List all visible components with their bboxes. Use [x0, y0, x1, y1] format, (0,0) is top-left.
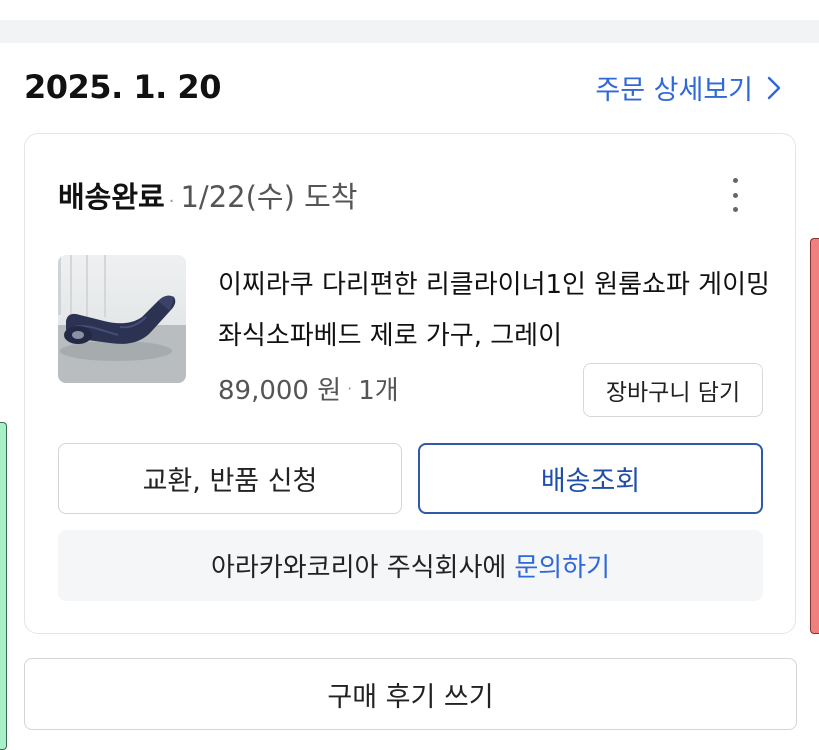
arrival-date: 1/22(수) 도착 [180, 180, 358, 214]
track-delivery-button[interactable]: 배송조회 [418, 443, 763, 514]
order-date: 2025. 1. 20 [24, 68, 221, 106]
order-detail-link[interactable]: 주문 상세보기 [595, 68, 781, 107]
inquiry-link[interactable]: 문의하기 [514, 547, 610, 584]
top-gap [0, 0, 819, 20]
section-divider [0, 20, 819, 43]
more-vertical-icon[interactable] [725, 178, 745, 212]
inquiry-seller-text: 아라카와코리아 주식회사에 [211, 553, 507, 583]
product-thumbnail[interactable] [58, 255, 186, 383]
edge-handle-left [0, 422, 7, 750]
chevron-right-icon [767, 76, 781, 99]
product-quantity: 1개 [358, 376, 399, 406]
product-name[interactable]: 이찌라쿠 다리편한 리클라이너1인 원룸쇼파 게이밍 좌식소파베드 제로 가구,… [218, 260, 778, 362]
seller-inquiry: 아라카와코리아 주식회사에 문의하기 [58, 530, 763, 601]
product-price: 89,000 원 [218, 376, 342, 406]
separator-dot: · [168, 191, 175, 212]
write-review-button[interactable]: 구매 후기 쓰기 [24, 658, 797, 730]
add-to-cart-button[interactable]: 장바구니 담기 [583, 363, 763, 417]
status-label: 배송완료 [58, 180, 165, 214]
order-card: 배송완료 · 1/22(수) 도착 이찌라쿠 다리편한 리클라이너1인 원룸쇼파… [24, 133, 796, 634]
price-row: 89,000 원 · 1개 [218, 370, 399, 407]
delivery-status: 배송완료 · 1/22(수) 도착 [58, 174, 357, 216]
order-detail-label: 주문 상세보기 [595, 75, 753, 106]
separator-dot: · [347, 379, 353, 398]
exchange-return-button[interactable]: 교환, 반품 신청 [58, 443, 402, 514]
edge-handle-right [810, 238, 819, 634]
